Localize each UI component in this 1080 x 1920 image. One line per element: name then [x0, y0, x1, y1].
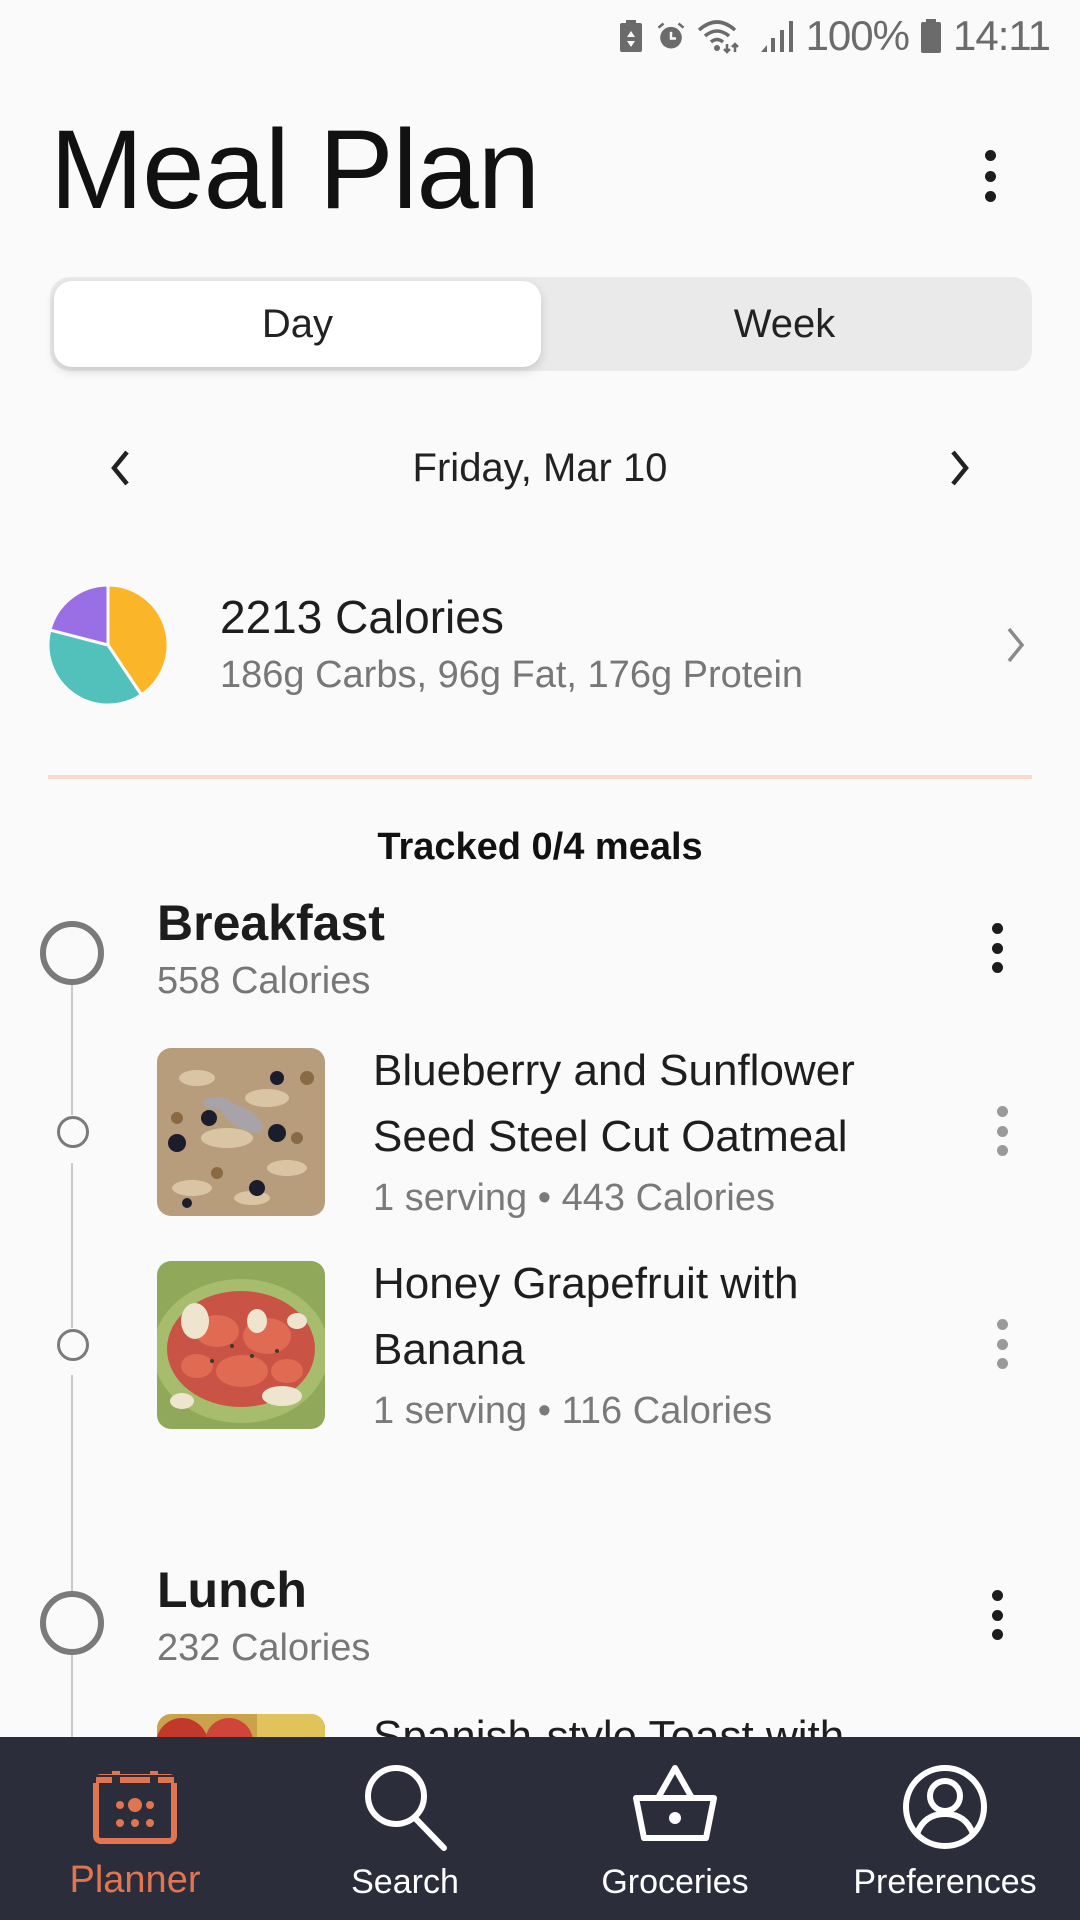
item-track-checkbox[interactable] [57, 1116, 89, 1148]
item-meta: 1 serving • 116 Calories [373, 1390, 773, 1432]
more-vertical-icon-dot [991, 962, 1003, 973]
meal-track-checkbox[interactable] [40, 921, 104, 985]
nav-label: Preferences [853, 1863, 1037, 1901]
more-vertical-icon-dot [996, 1145, 1008, 1156]
item-text: Honey Grapefruit with Banana 1 serving •… [373, 1251, 953, 1439]
summary-text: 2213 Calories 186g Carbs, 96g Fat, 176g … [220, 587, 996, 703]
profile-icon [897, 1759, 993, 1855]
page-title: Meal Plan [50, 107, 540, 232]
chevron-right-icon [951, 450, 969, 486]
meal-track-checkbox[interactable] [40, 1591, 104, 1655]
more-vertical-icon-dot [996, 1338, 1008, 1350]
summary-chevron [996, 615, 1036, 675]
meal-item[interactable]: Blueberry and Sunflower Seed Steel Cut O… [157, 1046, 1047, 1219]
item-options-button[interactable] [992, 1319, 1012, 1369]
meal-lunch: Lunch 232 Calories [157, 1560, 1037, 1680]
chevron-left-icon [111, 450, 129, 486]
meal-calories: 232 Calories [157, 1627, 371, 1669]
meal-item[interactable]: Honey Grapefruit with Banana 1 serving •… [157, 1259, 1047, 1432]
tab-week[interactable]: Week [541, 281, 1028, 367]
header: Meal Plan [50, 110, 1030, 230]
timeline-line [71, 1655, 73, 1740]
current-date: Friday, Mar 10 [412, 445, 668, 490]
battery-icon [919, 18, 943, 54]
nav-preferences[interactable]: Preferences [810, 1737, 1080, 1920]
item-meta: 1 serving • 443 Calories [373, 1177, 775, 1219]
tab-day[interactable]: Day [54, 281, 541, 367]
previous-day-button[interactable] [90, 438, 150, 498]
search-icon [357, 1759, 453, 1855]
nav-planner[interactable]: Planner [0, 1737, 270, 1920]
nav-label: Search [351, 1863, 459, 1901]
meal-options-button[interactable] [987, 1590, 1007, 1640]
oatmeal-photo [157, 1048, 325, 1216]
macros-breakdown: 186g Carbs, 96g Fat, 176g Protein [220, 654, 804, 696]
more-vertical-icon [991, 923, 1003, 934]
item-name: Honey Grapefruit with Banana [373, 1259, 799, 1374]
chevron-right-icon [1007, 627, 1025, 663]
meal-name: Lunch [157, 1562, 307, 1618]
item-track-checkbox[interactable] [57, 1329, 89, 1361]
macro-pie-chart [46, 583, 170, 707]
item-text: Blueberry and Sunflower Seed Steel Cut O… [373, 1038, 953, 1226]
nav-search[interactable]: Search [270, 1737, 540, 1920]
battery-saver-icon [616, 18, 646, 54]
more-vertical-icon [996, 1106, 1008, 1117]
grapefruit-photo [157, 1261, 325, 1429]
battery-percent: 100% [805, 12, 910, 59]
more-options-button[interactable] [980, 150, 1000, 202]
timeline-line [71, 1375, 73, 1593]
signal-icon [758, 18, 796, 54]
basket-icon [627, 1759, 723, 1855]
nav-groceries[interactable]: Groceries [540, 1737, 810, 1920]
calendar-icon [87, 1759, 183, 1855]
nav-label: Groceries [601, 1863, 749, 1901]
timeline-line [71, 1163, 73, 1328]
status-bar: 100% 14:11 [0, 0, 1080, 72]
more-vertical-icon-dot [991, 1629, 1003, 1640]
next-day-button[interactable] [930, 438, 990, 498]
more-vertical-icon [991, 1590, 1003, 1601]
wifi-icon [696, 18, 748, 54]
item-name: Blueberry and Sunflower Seed Steel Cut O… [373, 1046, 855, 1161]
meal-breakfast: Breakfast 558 Calories [157, 893, 1037, 1013]
more-vertical-icon [996, 1319, 1008, 1330]
meal-options-button[interactable] [987, 923, 1007, 973]
bottom-navigation: Planner Search Groceries Preferences [0, 1737, 1080, 1920]
date-navigator: Friday, Mar 10 [90, 430, 990, 506]
divider [48, 775, 1032, 779]
more-vertical-icon-dot [984, 170, 996, 182]
more-vertical-icon-dot [991, 942, 1003, 954]
item-options-button[interactable] [992, 1106, 1012, 1156]
tracked-meals-count: Tracked 0/4 meals [377, 826, 703, 868]
clock: 14:11 [953, 12, 1051, 59]
alarm-icon [656, 18, 686, 54]
view-toggle: Day Week [50, 277, 1032, 371]
more-vertical-icon-dot [996, 1358, 1008, 1369]
total-calories: 2213 Calories [220, 591, 504, 643]
more-vertical-icon [984, 150, 996, 161]
timeline-line [71, 985, 73, 1115]
more-vertical-icon-dot [996, 1125, 1008, 1137]
nutrition-summary[interactable]: 2213 Calories 186g Carbs, 96g Fat, 176g … [46, 580, 1036, 710]
meal-name: Breakfast [157, 895, 385, 951]
nav-label: Planner [69, 1859, 201, 1901]
more-vertical-icon-dot [984, 191, 996, 202]
more-vertical-icon-dot [991, 1609, 1003, 1621]
meal-calories: 558 Calories [157, 960, 371, 1002]
